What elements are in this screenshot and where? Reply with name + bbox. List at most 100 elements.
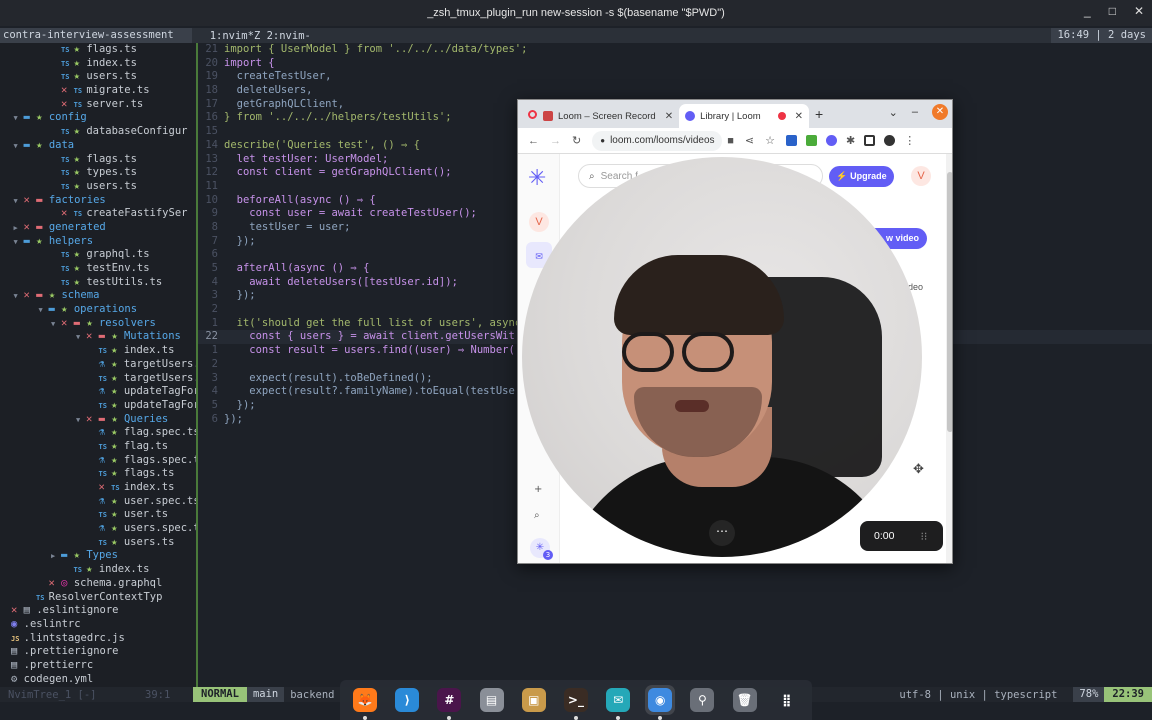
- code-line[interactable]: 20 import {: [198, 57, 1152, 71]
- add-icon[interactable]: +: [534, 484, 542, 495]
- tree-file[interactable]: ⚗ ★ flags.spec.t: [0, 454, 197, 468]
- share-icon[interactable]: ⋖: [745, 134, 754, 147]
- expand-chevron-icon[interactable]: ▼: [14, 112, 24, 126]
- workspace-avatar[interactable]: V: [529, 212, 549, 232]
- firefox-icon[interactable]: 🦊: [350, 685, 380, 720]
- new-tab-icon[interactable]: +: [815, 106, 823, 122]
- sidepanel-icon[interactable]: [864, 135, 876, 146]
- expand-chevron-icon[interactable]: ▶: [51, 550, 61, 564]
- tree-file[interactable]: TS ★ databaseConfigur: [0, 125, 196, 139]
- upgrade-button[interactable]: ⚡ Upgrade: [829, 166, 894, 187]
- expand-chevron-icon[interactable]: ▼: [76, 331, 86, 345]
- tab-search-icon[interactable]: ⌄: [889, 106, 898, 119]
- expand-chevron-icon[interactable]: ▼: [14, 236, 24, 250]
- tree-file[interactable]: TS ★ users.ts: [0, 70, 196, 84]
- tree-file[interactable]: TS ★ testUtils.ts: [0, 276, 196, 290]
- expand-chevron-icon[interactable]: ▼: [14, 195, 24, 209]
- tree-folder[interactable]: ▶ ✕ ▬ generated: [0, 221, 196, 235]
- tree-folder[interactable]: ▼ ▬ ★ data: [0, 139, 196, 153]
- loom-extension-icon[interactable]: [825, 135, 837, 146]
- code-line[interactable]: 19 createTestUser,: [198, 70, 1152, 84]
- tree-file[interactable]: ✕ TS createFastifySer: [0, 207, 196, 221]
- expand-chevron-icon[interactable]: ▼: [39, 304, 49, 318]
- profile-icon[interactable]: [884, 135, 896, 146]
- tree-file[interactable]: ⚗ ★ flag.spec.ts: [0, 426, 197, 440]
- tree-file[interactable]: JS .lintstagedrc.js: [0, 632, 196, 646]
- tree-file[interactable]: ✕ TS migrate.ts: [0, 84, 196, 98]
- tree-folder[interactable]: ▼ ▬ ★ config: [0, 111, 196, 125]
- tree-file[interactable]: TS ResolverContextTyp: [0, 591, 196, 605]
- tree-file[interactable]: ⚗ ★ updateTagFor: [0, 385, 197, 399]
- usb-icon[interactable]: ⚲: [687, 685, 717, 715]
- expand-chevron-icon[interactable]: ▶: [14, 222, 24, 236]
- tree-file[interactable]: TS ★ updateTagFor: [0, 399, 197, 413]
- minimize-button[interactable]: _: [1084, 4, 1091, 18]
- tree-file[interactable]: TS ★ testEnv.ts: [0, 262, 196, 276]
- code-line[interactable]: 18 deleteUsers,: [198, 84, 1152, 98]
- tree-file[interactable]: ✕ TS index.ts: [0, 481, 196, 495]
- tree-file[interactable]: ⚗ ★ users.spec.t: [0, 522, 197, 536]
- expand-chevron-icon[interactable]: ▼: [76, 414, 86, 428]
- tree-folder[interactable]: ▼ ✕ ▬ ★ resolvers: [0, 317, 196, 331]
- trash-icon[interactable]: 🗑: [730, 685, 760, 715]
- expand-chevron-icon[interactable]: ▼: [51, 318, 61, 332]
- scrollbar-thumb[interactable]: [947, 172, 952, 432]
- terminal-icon[interactable]: >_: [561, 685, 591, 720]
- tree-folder[interactable]: ▼ ▬ ★ helpers: [0, 235, 196, 249]
- tree-file[interactable]: TS ★ targetUsers.: [0, 372, 197, 386]
- tree-file[interactable]: ⚗ ★ user.spec.ts: [0, 495, 197, 509]
- mail-icon[interactable]: ✉: [603, 685, 633, 720]
- code-line[interactable]: 21 import { UserModel } from '../../../da…: [198, 43, 1152, 57]
- tree-folder[interactable]: ▼ ✕ ▬ ★ Mutations: [0, 330, 196, 344]
- menu-kebab-icon[interactable]: ⋮: [904, 134, 915, 147]
- extension-icon[interactable]: [785, 135, 797, 146]
- drag-grid-icon[interactable]: ⁝⁝: [920, 530, 927, 543]
- tree-file[interactable]: TS ★ index.ts: [0, 57, 196, 71]
- tree-file[interactable]: TS ★ users.ts: [0, 180, 196, 194]
- minimize-icon[interactable]: –: [912, 106, 918, 118]
- tree-file[interactable]: ◉ .eslintrc: [0, 618, 196, 632]
- window-close-icon[interactable]: ✕: [932, 104, 948, 120]
- extension-icon[interactable]: [805, 135, 817, 146]
- tree-file[interactable]: ✕ ◎ schema.graphql: [0, 577, 196, 591]
- tab-close-icon[interactable]: ✕: [665, 111, 673, 122]
- search-icon[interactable]: ⌕: [534, 510, 540, 521]
- bookmark-star-icon[interactable]: ☆: [765, 134, 775, 147]
- expand-chevron-icon[interactable]: ▼: [14, 140, 24, 154]
- expand-chevron-icon[interactable]: ▼: [14, 290, 24, 304]
- archive-icon[interactable]: ▣: [519, 685, 549, 715]
- tab-close-icon[interactable]: ✕: [795, 111, 803, 122]
- tree-file[interactable]: TS ★ graphql.ts: [0, 248, 196, 262]
- tree-file[interactable]: ✕ TS server.ts: [0, 98, 196, 112]
- camera-options-button[interactable]: ⋯: [709, 520, 735, 546]
- page-scrollbar[interactable]: [946, 154, 952, 563]
- tree-folder[interactable]: ▼ ✕ ▬ ★ schema: [0, 289, 196, 303]
- files-icon[interactable]: ▤: [477, 685, 507, 715]
- close-button[interactable]: ✕: [1134, 4, 1144, 18]
- webcam-bubble[interactable]: [522, 157, 922, 557]
- tree-file[interactable]: TS ★ index.ts: [0, 344, 196, 358]
- tree-file[interactable]: TS ★ flag.ts: [0, 440, 196, 454]
- tree-file[interactable]: TS ★ users.ts: [0, 536, 196, 550]
- tree-file[interactable]: ▤ .prettierrc: [0, 659, 196, 673]
- tree-file[interactable]: TS ★ user.ts: [0, 508, 196, 522]
- back-icon[interactable]: ←: [528, 135, 539, 147]
- tree-file[interactable]: TS ★ types.ts: [0, 166, 196, 180]
- user-avatar[interactable]: V: [911, 166, 931, 186]
- chrome-icon[interactable]: ◉: [645, 685, 676, 720]
- forward-icon[interactable]: →: [550, 135, 561, 147]
- tmux-window-list[interactable]: 1:nvim*Z 2:nvim-: [192, 30, 311, 42]
- tree-file[interactable]: TS ★ flags.ts: [0, 153, 196, 167]
- nvim-tree-panel[interactable]: TS ★ flags.ts TS ★ index.ts TS ★ users.ts ✕…: [0, 43, 196, 687]
- recording-timer-control[interactable]: 0:00 ⁝⁝: [860, 521, 943, 551]
- tree-folder[interactable]: ▼ ▬ ★ operations: [0, 303, 196, 317]
- camera-icon[interactable]: ■: [727, 135, 734, 147]
- maximize-button[interactable]: □: [1109, 4, 1116, 18]
- tree-file[interactable]: TS ★ flags.ts: [0, 467, 196, 481]
- slack-icon[interactable]: #: [434, 685, 464, 720]
- tree-folder[interactable]: ▼ ✕ ▬ factories: [0, 194, 196, 208]
- vscode-icon[interactable]: ⟩: [392, 685, 422, 715]
- address-bar[interactable]: ● loom.com/looms/videos: [592, 130, 723, 151]
- tree-file[interactable]: ▤ .prettierignore: [0, 645, 196, 659]
- tree-folder[interactable]: ▼ ✕ ▬ ★ Queries: [0, 413, 196, 427]
